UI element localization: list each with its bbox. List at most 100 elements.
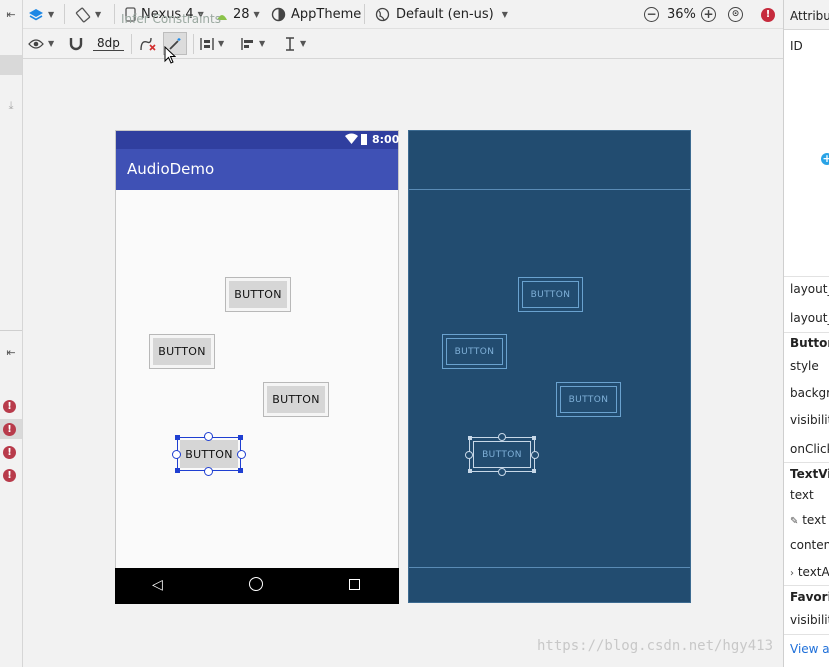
blueprint-button-label: BUTTON — [446, 338, 503, 365]
resize-handle[interactable] — [532, 469, 536, 473]
error-icon[interactable]: ! — [3, 446, 16, 459]
view-all-attributes-link[interactable]: View a — [790, 642, 829, 656]
globe-icon — [375, 7, 390, 22]
attr-style-label[interactable]: style — [790, 359, 819, 373]
api-level-dropdown[interactable]: 28 ▼ — [215, 0, 260, 29]
guideline-icon — [286, 36, 294, 51]
button[interactable]: BUTTON — [263, 382, 329, 417]
locale-label: Default (en-us) — [396, 7, 494, 22]
clear-constraints-button[interactable] — [139, 29, 157, 58]
blueprint-button[interactable]: BUTTON — [556, 382, 621, 417]
attr-tools-text-label: text — [802, 513, 826, 527]
blueprint-button[interactable]: BUTTON — [442, 334, 507, 369]
zoom-out-button[interactable]: − — [644, 0, 659, 29]
autoconnect-toggle[interactable] — [69, 29, 83, 58]
error-icon: ! — [761, 7, 775, 22]
zoom-level: 36% — [667, 7, 696, 22]
align-dropdown[interactable]: ▼ — [241, 29, 265, 58]
attr-id-label: ID — [790, 39, 803, 53]
blueprint-button[interactable]: BUTTON — [518, 277, 583, 312]
error-indicator[interactable]: ! — [761, 0, 775, 29]
download-icon[interactable]: ⤓ — [2, 97, 20, 115]
resize-handle[interactable] — [175, 468, 180, 473]
selected-button[interactable]: BUTTON — [172, 432, 246, 476]
toolbar-separator — [131, 34, 132, 54]
blueprint-selected-button[interactable]: BUTTON — [465, 433, 539, 476]
pack-dropdown[interactable]: ▼ — [200, 29, 224, 58]
home-icon — [249, 577, 263, 591]
mouse-cursor-icon — [164, 45, 177, 67]
left-anchor-handle[interactable] — [465, 451, 473, 459]
button[interactable]: BUTTON — [149, 334, 215, 369]
resize-handle[interactable] — [175, 435, 180, 440]
attr-content-description-label[interactable]: conten — [790, 538, 829, 552]
gutter-divider — [0, 330, 22, 331]
right-anchor-handle[interactable] — [237, 450, 246, 459]
bottom-anchor-handle[interactable] — [204, 467, 213, 476]
top-anchor-handle[interactable] — [498, 433, 506, 441]
design-surface[interactable]: 8:00 AudioDemo BUTTON BUTTON BUTTON BUTT… — [115, 130, 400, 604]
attr-textappearance-row[interactable]: › textA — [790, 565, 829, 579]
attr-section-favorite: Favori — [790, 590, 829, 604]
theme-dropdown[interactable]: AppTheme — [271, 0, 361, 29]
attr-layout-height-label[interactable]: layout_ — [790, 311, 829, 325]
toolbar-separator — [64, 4, 65, 24]
magnet-icon — [69, 37, 83, 50]
error-icon[interactable]: ! — [3, 423, 16, 436]
blueprint-surface[interactable]: BUTTON BUTTON BUTTON BUTTON — [408, 130, 691, 603]
resize-handle[interactable] — [238, 435, 243, 440]
status-time: 8:00 — [372, 133, 400, 146]
constraint-toolbar: ▼ 8dp ▼ ▼ ▼ — [23, 29, 783, 59]
attr-tools-text-row[interactable]: ✎ text — [790, 513, 826, 527]
attributes-panel: Attribut ID + layout_ layout_ Buttor sty… — [783, 0, 829, 667]
eye-icon — [28, 38, 44, 49]
attr-onclick-label[interactable]: onClick — [790, 442, 829, 456]
attr-visibility-label[interactable]: visibilit — [790, 413, 829, 427]
zoom-in-button[interactable]: + — [701, 0, 716, 29]
add-constraint-icon[interactable]: + — [821, 153, 829, 165]
nav-bar-outline — [409, 567, 690, 568]
button[interactable]: BUTTON — [225, 277, 291, 312]
zoom-fit-icon: ⊙ — [728, 7, 743, 22]
resize-handle[interactable] — [468, 469, 472, 473]
resize-handle[interactable] — [532, 436, 536, 440]
attr-layout-width-label[interactable]: layout_ — [790, 282, 829, 296]
button-label: BUTTON — [153, 338, 211, 365]
default-margin-dropdown[interactable]: 8dp — [93, 29, 124, 58]
attr-section-textview: TextVi — [790, 467, 829, 481]
attr-visibility-label-2[interactable]: visibilit — [790, 613, 829, 627]
zoom-fit-button[interactable]: ⊙ — [728, 0, 743, 29]
battery-icon — [361, 134, 367, 145]
button-label: BUTTON — [267, 386, 325, 413]
rotate-device-icon — [75, 7, 91, 22]
toolbar-separator — [193, 34, 194, 54]
gutter-selected-row — [0, 55, 22, 75]
attr-background-label[interactable]: backgr — [790, 386, 829, 400]
zoom-out-icon: − — [644, 7, 659, 22]
wifi-icon — [345, 133, 358, 145]
resize-handle[interactable] — [238, 468, 243, 473]
attr-text-label[interactable]: text — [790, 488, 814, 502]
collapse-tree-icon[interactable]: ⇤ — [2, 344, 20, 362]
top-anchor-handle[interactable] — [204, 432, 213, 441]
left-gutter: ⇤ ⤓ ⇤ ! ! ! ! — [0, 0, 23, 667]
resize-handle[interactable] — [468, 436, 472, 440]
blueprint-button-label: BUTTON — [560, 386, 617, 413]
attr-divider — [784, 462, 829, 463]
margin-label: 8dp — [93, 36, 124, 51]
guidelines-dropdown[interactable]: ▼ — [284, 29, 306, 58]
right-anchor-handle[interactable] — [531, 451, 539, 459]
blueprint-button-label: BUTTON — [522, 281, 579, 308]
error-icon[interactable]: ! — [3, 469, 16, 482]
attr-section-button: Buttor — [790, 336, 829, 350]
recents-icon — [349, 579, 360, 590]
bottom-anchor-handle[interactable] — [498, 468, 506, 476]
left-anchor-handle[interactable] — [172, 450, 181, 459]
layers-dropdown[interactable]: ▼ — [28, 0, 54, 29]
error-icon[interactable]: ! — [3, 400, 16, 413]
locale-dropdown[interactable]: Default (en-us) ▼ — [375, 0, 508, 29]
orientation-dropdown[interactable]: ▼ — [75, 0, 101, 29]
chevron-right-icon: › — [790, 568, 794, 579]
collapse-panel-icon[interactable]: ⇤ — [2, 6, 20, 24]
view-options-dropdown[interactable]: ▼ — [28, 29, 54, 58]
